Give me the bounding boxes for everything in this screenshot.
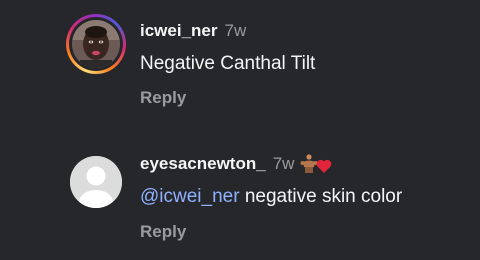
muscle-heart-emoji-icon: [300, 153, 336, 175]
comment-meta: eyesacnewton_ 7w: [140, 153, 336, 175]
comment-timestamp: 7w: [224, 21, 247, 40]
comment-username[interactable]: icwei_ner: [140, 21, 218, 41]
comment-body: negative skin color: [244, 186, 403, 207]
comment-item: icwei_ner 7w Negative Canthal Tilt Reply: [0, 0, 480, 130]
reply-button[interactable]: Reply: [140, 88, 186, 108]
person-photo-icon: [72, 20, 120, 68]
comment-username[interactable]: eyesacnewton_: [140, 154, 266, 174]
comment-text: Negative Canthal Tilt: [140, 53, 315, 75]
default-user-icon: [70, 156, 122, 208]
avatar-photo: [72, 20, 120, 68]
comment-body: Negative Canthal Tilt: [140, 53, 316, 74]
default-avatar: [70, 156, 122, 208]
comment-item: eyesacnewton_ 7w @icwei_ner negative ski…: [0, 138, 480, 260]
avatar[interactable]: [66, 152, 126, 212]
comment-meta: icwei_ner 7w: [140, 20, 246, 42]
avatar[interactable]: [66, 14, 126, 74]
comment-timestamp: 7w: [272, 154, 295, 173]
comment-text: @icwei_ner negative skin color: [140, 186, 402, 208]
reply-button[interactable]: Reply: [140, 222, 186, 242]
mention-link[interactable]: @icwei_ner: [140, 186, 240, 207]
